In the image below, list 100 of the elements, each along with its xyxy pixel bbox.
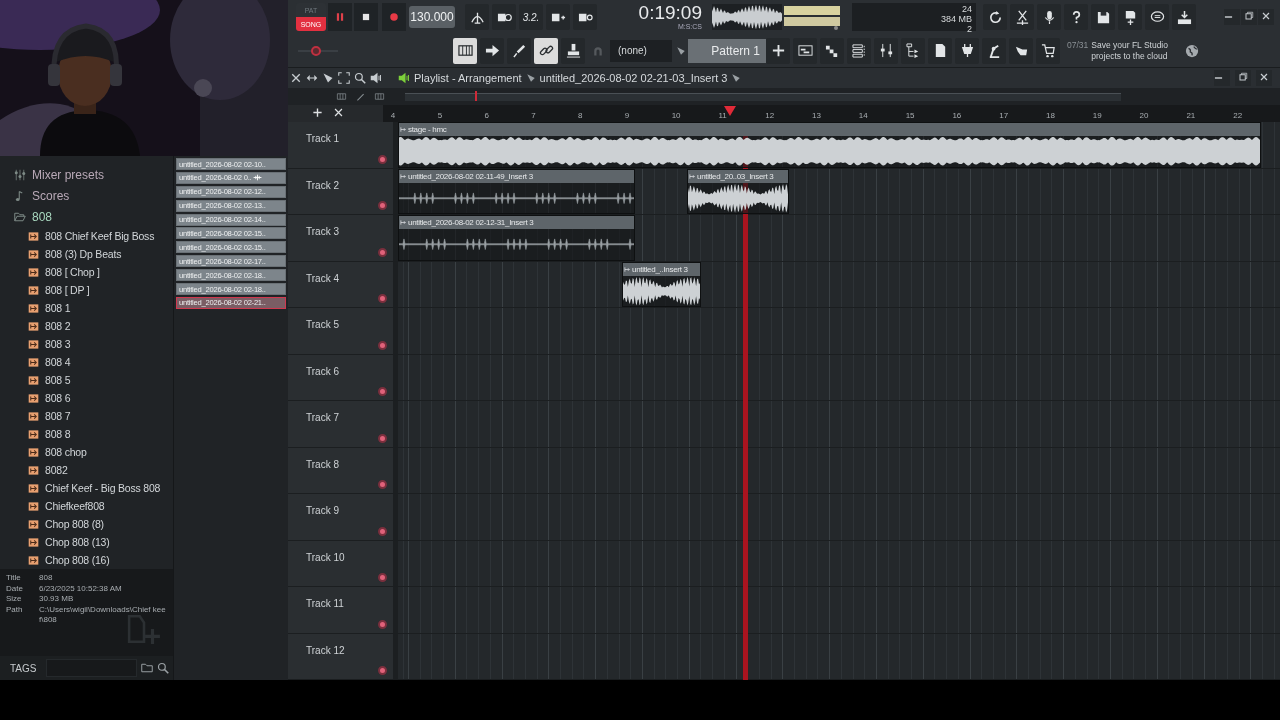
- step-sequencer-button[interactable]: [820, 37, 844, 64]
- track-header[interactable]: Track 4: [288, 261, 398, 307]
- track-header[interactable]: Track 12: [288, 633, 398, 679]
- slider-thumb[interactable]: [311, 45, 321, 56]
- browser-file[interactable]: Chop 808 (8): [0, 515, 173, 533]
- audio-file-icon: [28, 518, 39, 530]
- audio-clip[interactable]: untitled_..Insert 3: [622, 261, 701, 307]
- browser-item[interactable]: Mixer presets: [0, 164, 173, 185]
- browser-file[interactable]: 808 [ Chop ]: [0, 263, 173, 281]
- track-header[interactable]: Track 9: [288, 494, 398, 540]
- stop-button[interactable]: [354, 3, 378, 31]
- tempo-field[interactable]: 130.000: [409, 6, 455, 28]
- track-header[interactable]: Track 2: [288, 168, 398, 214]
- browser-file[interactable]: 808 Chief Keef Big Boss: [0, 227, 173, 245]
- browser-file[interactable]: 808 4: [0, 353, 173, 371]
- record-button[interactable]: [382, 3, 406, 31]
- step-edit-button[interactable]: 3.2.: [519, 4, 543, 30]
- browser-file[interactable]: 808 1: [0, 299, 173, 317]
- browser-file[interactable]: 808 8: [0, 425, 173, 443]
- save-button[interactable]: [1091, 4, 1115, 30]
- loop-record-button[interactable]: [573, 4, 597, 30]
- browser-file[interactable]: 808 chop: [0, 443, 173, 461]
- track-header[interactable]: Track 10: [288, 540, 398, 586]
- pattern-name[interactable]: untitled_2026-08-02 02-21-03_Insert 3: [539, 72, 728, 84]
- mute-button[interactable]: [378, 340, 387, 350]
- browser-file[interactable]: Chiefkeef808: [0, 497, 173, 515]
- pattern-selector[interactable]: Pattern 1: [688, 38, 766, 63]
- add-pattern-button[interactable]: [766, 37, 790, 64]
- snap-dropdown[interactable]: (none): [610, 39, 672, 62]
- track-header[interactable]: Track 5: [288, 308, 398, 354]
- hint-text[interactable]: Save your FL Studio projects to the cloud: [1091, 39, 1185, 62]
- hint-counter: 07/31: [1067, 39, 1089, 52]
- cut-button[interactable]: [1010, 4, 1034, 30]
- browser-file[interactable]: Chop 808 (16): [0, 551, 173, 569]
- metronome-button[interactable]: [465, 4, 489, 30]
- browser-button[interactable]: [901, 37, 925, 64]
- cart-button[interactable]: [1036, 37, 1060, 64]
- paint-tool-button[interactable]: [507, 37, 531, 64]
- help-button[interactable]: [1064, 4, 1088, 30]
- pause-button[interactable]: [328, 3, 352, 31]
- browser-file[interactable]: 8082: [0, 461, 173, 479]
- swap-icon: [306, 72, 318, 84]
- mute-button[interactable]: [378, 526, 387, 536]
- browser-item[interactable]: Scores: [0, 185, 173, 206]
- undo-button[interactable]: [983, 4, 1007, 30]
- mute-button[interactable]: [378, 480, 387, 489]
- mute-button[interactable]: [378, 619, 387, 629]
- track-header[interactable]: Track 8: [288, 447, 398, 493]
- track-header[interactable]: Track 1: [288, 122, 398, 168]
- maximize-button[interactable]: [1235, 70, 1251, 86]
- minimize-button[interactable]: [1224, 9, 1240, 25]
- browser-file[interactable]: Chop 808 (13): [0, 533, 173, 551]
- mute-button[interactable]: [378, 154, 387, 164]
- chat-button[interactable]: [1145, 4, 1169, 30]
- microphone-button[interactable]: [1037, 4, 1061, 30]
- browser-file[interactable]: 808 2: [0, 317, 173, 335]
- browser-file[interactable]: 808 (3) Dp Beats: [0, 245, 173, 263]
- minimize-button[interactable]: [1214, 70, 1230, 86]
- audio-clip[interactable]: untitled_20..03_Insert 3: [687, 168, 789, 214]
- browser-file[interactable]: 808 6: [0, 389, 173, 407]
- track-header[interactable]: Track 6: [288, 354, 398, 400]
- browser-file[interactable]: 808 7: [0, 407, 173, 425]
- piano-tool-button[interactable]: [453, 37, 477, 64]
- download-button[interactable]: [1172, 4, 1196, 30]
- mute-button[interactable]: [378, 247, 387, 257]
- wait-input-button[interactable]: [492, 4, 516, 30]
- browser-file[interactable]: Chief Keef - Big Boss 808: [0, 479, 173, 497]
- overview-scrollbar[interactable]: [405, 92, 1121, 101]
- save-new-button[interactable]: [1118, 4, 1142, 30]
- browser-item[interactable]: 808: [0, 206, 173, 227]
- browser-file[interactable]: 808 [ DP ]: [0, 281, 173, 299]
- maximize-button[interactable]: [1241, 9, 1257, 25]
- plugin-button[interactable]: [955, 37, 979, 64]
- info-value: C:\Users\wigil\Downloads\Chief keef\808: [39, 604, 167, 626]
- track-header[interactable]: Track 11: [288, 587, 398, 633]
- stamp-tool-button[interactable]: [561, 37, 585, 64]
- browser-file[interactable]: 808 3: [0, 335, 173, 353]
- mute-button[interactable]: [378, 666, 387, 675]
- arrow-tool-button[interactable]: [480, 37, 504, 64]
- channel-rack-button[interactable]: [847, 37, 871, 64]
- bar-number: 13: [812, 111, 821, 120]
- file-button[interactable]: [928, 37, 952, 64]
- mute-button[interactable]: [378, 433, 387, 443]
- mixer-button[interactable]: [874, 37, 898, 64]
- playlist-button[interactable]: [793, 37, 817, 64]
- mute-button[interactable]: [378, 573, 387, 582]
- close-button[interactable]: [1256, 70, 1272, 86]
- link-tool-button[interactable]: [534, 37, 558, 64]
- track-header[interactable]: Track 7: [288, 401, 398, 447]
- mute-button[interactable]: [378, 294, 387, 303]
- mute-button[interactable]: [378, 201, 387, 210]
- browser-file[interactable]: 808 5: [0, 371, 173, 389]
- audio-clip[interactable]: untitled_2026-08-02 02-11-49_Insert 3: [398, 168, 635, 214]
- audio-clip[interactable]: untitled_2026-08-02 02-12-31_Insert 3: [398, 215, 635, 261]
- close-button[interactable]: [1258, 9, 1274, 25]
- grid-icon: [374, 91, 385, 102]
- mute-button[interactable]: [378, 387, 387, 396]
- track-header[interactable]: Track 3: [288, 215, 398, 261]
- track-name: Track 9: [306, 505, 339, 516]
- overdub-button[interactable]: [546, 4, 570, 30]
